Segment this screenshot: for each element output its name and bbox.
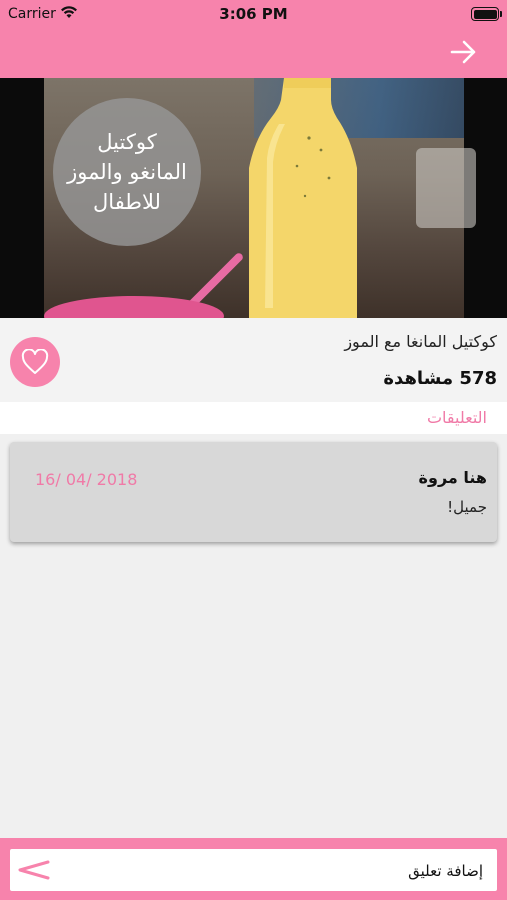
clock: 3:06 PM — [219, 5, 288, 23]
comments-header-label: التعليقات — [426, 408, 487, 427]
status-bar: Carrier 3:06 PM — [0, 0, 507, 28]
favorite-button[interactable] — [10, 337, 60, 387]
comment-input[interactable] — [83, 859, 483, 883]
send-arrow-icon[interactable] — [16, 859, 50, 881]
top-bar: Carrier 3:06 PM — [0, 0, 507, 78]
comment-text: جميل! — [447, 498, 487, 516]
comment-date: 16/ 04/ 2018 — [35, 470, 138, 489]
comment-composer — [0, 838, 507, 900]
arrow-right-icon[interactable] — [449, 38, 479, 66]
views-count: 578 مشاهدة — [383, 368, 497, 389]
comment-input-container — [10, 849, 497, 891]
comment-card: هنا مروة جميل! 16/ 04/ 2018 — [10, 442, 497, 542]
heart-icon — [21, 349, 49, 374]
video-thumbnail[interactable]: كوكتيل المانغو والموز للاطفال — [0, 78, 507, 318]
bottle-image — [249, 78, 357, 318]
comment-author: هنا مروة — [418, 468, 487, 487]
recipe-title: كوكتيل المانغا مع الموز — [344, 332, 497, 351]
recipe-info: كوكتيل المانغا مع الموز 578 مشاهدة — [0, 318, 507, 402]
comments-section-header: التعليقات — [0, 402, 507, 434]
battery-icon — [471, 7, 502, 21]
video-overlay-badge: كوكتيل المانغو والموز للاطفال — [53, 98, 201, 246]
